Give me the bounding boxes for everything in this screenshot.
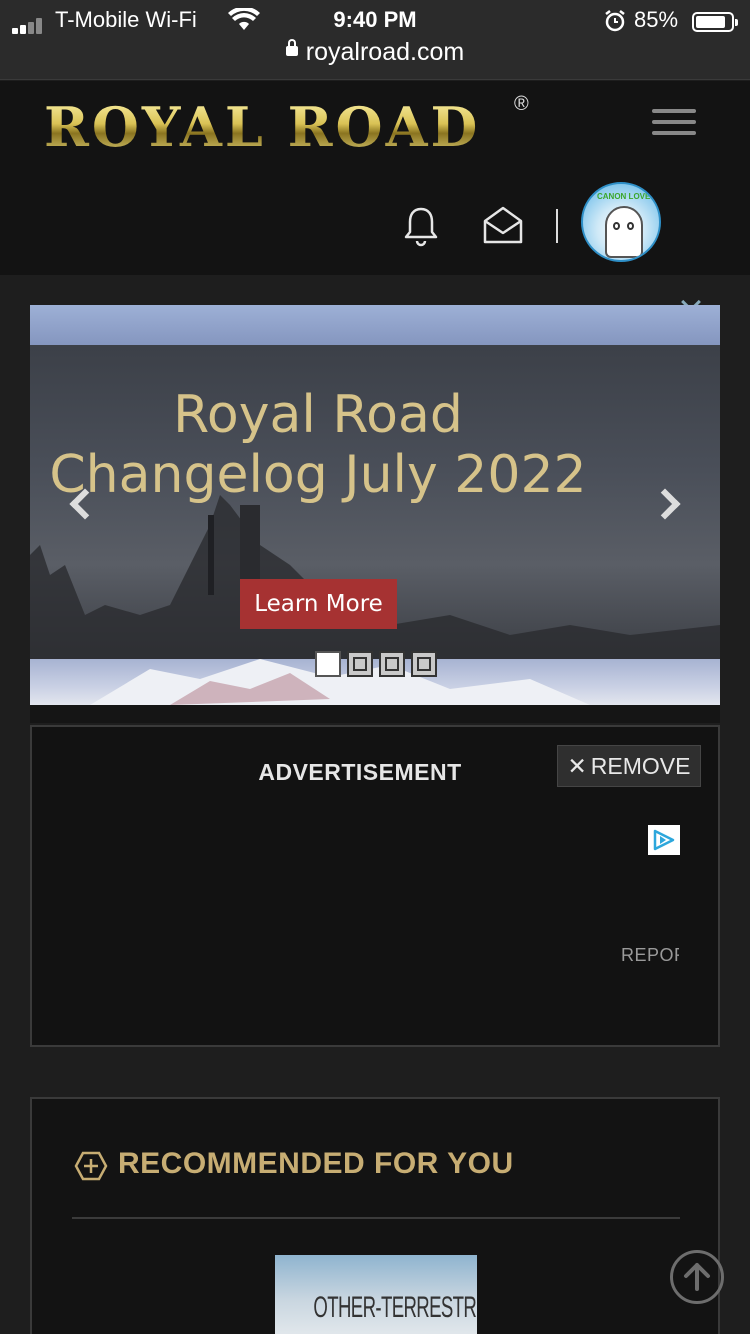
site-logo[interactable]: ROYAL ROAD ® xyxy=(44,89,544,159)
book-cover-title: OTHER-TERRESTRIAL xyxy=(313,1291,477,1324)
carousel-dot-4[interactable] xyxy=(411,651,437,677)
logo-text: ROYAL ROAD xyxy=(44,95,481,159)
carousel-indicators xyxy=(315,651,437,679)
lock-icon xyxy=(285,39,298,57)
carousel-caption: Royal Road Changelog July 2022 xyxy=(49,385,587,505)
advertisement-box: ADVERTISEMENT ✕REMOVE REPORT xyxy=(30,725,720,1047)
avatar-tag: CANON LOVER xyxy=(597,192,657,201)
carousel-dot-3[interactable] xyxy=(379,651,405,677)
address-bar[interactable]: royalroad.com xyxy=(0,38,750,70)
remove-label: REMOVE xyxy=(590,753,691,779)
envelope-icon[interactable] xyxy=(482,205,524,245)
carousel-dot-1[interactable] xyxy=(315,651,341,677)
site-header: ROYAL ROAD ® CANON LOVER xyxy=(0,81,750,312)
url-text: royalroad.com xyxy=(305,38,465,66)
avatar[interactable]: CANON LOVER xyxy=(581,182,661,262)
battery-percent: 85% xyxy=(634,7,679,32)
bell-icon[interactable] xyxy=(402,205,440,247)
remove-ad-button[interactable]: ✕ REMOVE xyxy=(557,745,701,787)
book-cover[interactable]: OTHER-TERRESTRIAL xyxy=(275,1255,477,1334)
arrow-up-icon[interactable] xyxy=(670,1250,724,1304)
close-icon: ✕ xyxy=(567,753,587,779)
carousel-dot-2[interactable] xyxy=(347,651,373,677)
hero-carousel: Royal Road Changelog July 2022 Learn Mor… xyxy=(30,305,720,705)
alarm-icon xyxy=(605,10,625,32)
battery-icon xyxy=(692,12,738,32)
section-title: RECOMMENDED FOR YOU xyxy=(118,1147,514,1180)
learn-more-button[interactable]: Learn More xyxy=(240,579,397,629)
status-bar: T-Mobile Wi-Fi 9:40 PM 85% royalroad.com xyxy=(0,0,750,80)
report-ad-link[interactable]: REPORT xyxy=(621,945,679,966)
adchoices-icon[interactable] xyxy=(648,825,680,855)
plus-hexagon-icon xyxy=(74,1151,108,1181)
hamburger-icon[interactable] xyxy=(652,109,696,135)
registered-mark: ® xyxy=(514,93,529,115)
header-divider xyxy=(556,209,558,243)
section-divider xyxy=(72,1217,680,1219)
recommended-section: RECOMMENDED FOR YOU OTHER-TERRESTRIAL xyxy=(30,1097,720,1334)
